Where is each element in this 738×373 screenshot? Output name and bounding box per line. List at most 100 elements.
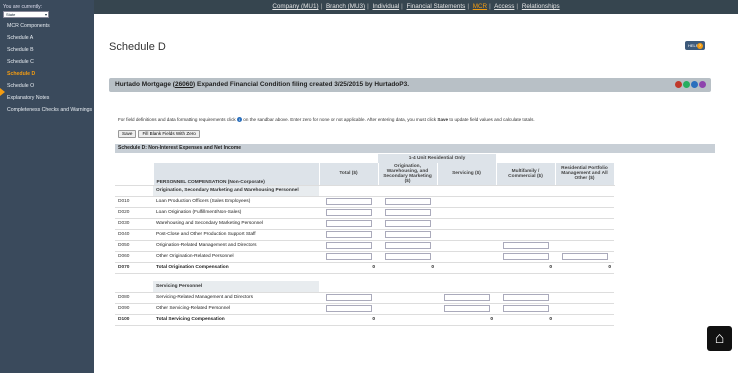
- input-origination[interactable]: [384, 198, 431, 205]
- current-context-label: You are currently:: [3, 4, 43, 10]
- input-total[interactable]: [325, 305, 372, 312]
- schedule-d-table: 1-4 Unit Residential Only PERSONNEL COMP…: [115, 154, 615, 326]
- help-icon: ?: [697, 42, 703, 49]
- row-code: D030: [115, 218, 153, 230]
- row-code: D080: [115, 292, 153, 304]
- row-code: D020: [115, 207, 153, 219]
- nav-financial-statements[interactable]: Financial Statements: [407, 3, 466, 10]
- total-row: D070 Total Origination Compensation 0 0 …: [115, 262, 614, 274]
- table-row: D050 Origination-Related Management and …: [115, 240, 614, 252]
- sidebar-item-completeness-checks[interactable]: Completeness Checks and Warnings: [0, 104, 94, 116]
- input-origination[interactable]: [384, 220, 431, 227]
- row-label: Origination-Related Management and Direc…: [153, 240, 319, 252]
- origination-value: 0: [378, 262, 437, 274]
- input-origination[interactable]: [384, 209, 431, 216]
- row-label: Other Origination-Related Personnel: [153, 251, 319, 263]
- license-link[interactable]: 26060: [175, 81, 193, 88]
- input-servicing[interactable]: [443, 305, 490, 312]
- row-label: Loan Origination (Fulfillment/Non-Sales): [153, 207, 319, 219]
- row-code: D100: [115, 314, 153, 326]
- input-total[interactable]: [325, 253, 372, 260]
- instructions: For field definitions and data formattin…: [118, 117, 535, 123]
- table-row: D090 Other Servicing-Related Personnel: [115, 303, 614, 315]
- row-label: Total Origination Compensation: [153, 262, 319, 274]
- input-multifamily[interactable]: [502, 242, 549, 249]
- instructions-save-word: Save: [437, 117, 449, 122]
- input-servicing[interactable]: [443, 294, 490, 301]
- save-button[interactable]: Save: [118, 130, 137, 138]
- state-select[interactable]: State ▾: [3, 11, 49, 18]
- row-code: D040: [115, 229, 153, 241]
- nav-branch[interactable]: Branch (MU3): [326, 3, 365, 10]
- filing-banner: Hurtado Mortgage (26060) Expanded Financ…: [109, 78, 711, 92]
- input-total[interactable]: [325, 198, 372, 205]
- input-total[interactable]: [325, 209, 372, 216]
- banner-prefix: Hurtado Mortgage (: [115, 81, 175, 88]
- multifamily-value: 0: [496, 262, 555, 274]
- sidebar-item-schedule-c[interactable]: Schedule C: [0, 56, 94, 68]
- user-icon[interactable]: [699, 81, 706, 88]
- multifamily-value: 0: [496, 314, 555, 326]
- error-icon[interactable]: [675, 81, 682, 88]
- table-row: D080 Servicing-Related Management and Di…: [115, 292, 614, 304]
- chevron-down-icon: ▾: [44, 12, 47, 17]
- banner-suffix: ) Expanded Financial Condition filing cr…: [193, 81, 410, 88]
- nav-relationships[interactable]: Relationships: [522, 3, 560, 10]
- input-total[interactable]: [325, 242, 372, 249]
- nav-individual[interactable]: Individual: [373, 3, 400, 10]
- input-total[interactable]: [325, 220, 372, 227]
- table-row: D040 Post-Close and Other Production Sup…: [115, 229, 614, 241]
- info-icon[interactable]: i: [237, 117, 242, 123]
- sidebar-item-schedule-b[interactable]: Schedule B: [0, 44, 94, 56]
- info-icon[interactable]: [691, 81, 698, 88]
- row-code: D070: [115, 262, 153, 274]
- column-header-multifamily: Multifamily / Commercial ($): [496, 163, 556, 186]
- action-buttons: Save Fill Blank Fields With Zero: [118, 130, 200, 138]
- group-servicing: Servicing Personnel: [153, 281, 319, 293]
- input-multifamily[interactable]: [502, 305, 549, 312]
- input-total[interactable]: [325, 294, 372, 301]
- input-total[interactable]: [325, 231, 372, 238]
- table-row: D020 Loan Origination (Fulfillment/Non-S…: [115, 207, 614, 219]
- sidebar-item-schedule-d[interactable]: Schedule D: [0, 68, 94, 80]
- group-header-1-4-unit: 1-4 Unit Residential Only: [378, 154, 496, 163]
- table-row: D060 Other Origination-Related Personnel: [115, 251, 614, 263]
- row-code: D060: [115, 251, 153, 263]
- input-origination[interactable]: [384, 231, 431, 238]
- table-row: D030 Warehousing and Secondary Marketing…: [115, 218, 614, 230]
- input-origination[interactable]: [384, 253, 431, 260]
- sidebar-item-schedule-a[interactable]: Schedule A: [0, 32, 94, 44]
- table-row: D010 Loan Production Officers (Sales Emp…: [115, 196, 614, 208]
- row-label: Loan Production Officers (Sales Employee…: [153, 196, 319, 208]
- row-code: D090: [115, 303, 153, 315]
- state-select-value: State: [6, 12, 16, 17]
- sidebar-item-explanatory-notes[interactable]: Explanatory Notes: [0, 92, 94, 104]
- input-multifamily[interactable]: [502, 253, 549, 260]
- section-title: Schedule D: Non-Interest Expenses and Ne…: [115, 144, 715, 153]
- row-label: Warehousing and Secondary Marketing Pers…: [153, 218, 319, 230]
- column-header-servicing: Servicing ($): [437, 163, 497, 186]
- input-residential[interactable]: [561, 253, 608, 260]
- sidebar-item-schedule-o[interactable]: Schedule O: [0, 80, 94, 92]
- column-header-total: Total ($): [319, 163, 379, 186]
- group-origination: Origination, Secondary Marketing and War…: [153, 185, 319, 197]
- home-icon[interactable]: ⌂: [707, 326, 732, 351]
- sidebar-item-mcr-components[interactable]: MCR Components: [0, 20, 94, 32]
- column-header-origination: Origination, Warehousing, and Secondary …: [378, 163, 438, 186]
- nav-mcr[interactable]: MCR: [473, 3, 487, 10]
- fill-blank-zero-button[interactable]: Fill Blank Fields With Zero: [138, 130, 200, 138]
- instructions-part1: For field definitions and data formattin…: [118, 117, 236, 122]
- input-multifamily[interactable]: [502, 294, 549, 301]
- servicing-value: 0: [437, 314, 496, 326]
- instructions-part2: on the sandbar above. Enter zero for non…: [243, 117, 437, 122]
- help-button[interactable]: HELP ?: [685, 41, 705, 50]
- main-content: Schedule D HELP ? Hurtado Mortgage (2606…: [94, 14, 738, 373]
- column-header-personnel: PERSONNEL COMPENSATION (Non-Corporate): [153, 163, 320, 186]
- row-label: Servicing-Related Management and Directo…: [153, 292, 319, 304]
- nav-access[interactable]: Access: [494, 3, 514, 10]
- input-origination[interactable]: [384, 242, 431, 249]
- print-icon[interactable]: [683, 81, 690, 88]
- banner-icons: [675, 81, 706, 88]
- total-value: 0: [319, 314, 378, 326]
- nav-company[interactable]: Company (MU1): [272, 3, 318, 10]
